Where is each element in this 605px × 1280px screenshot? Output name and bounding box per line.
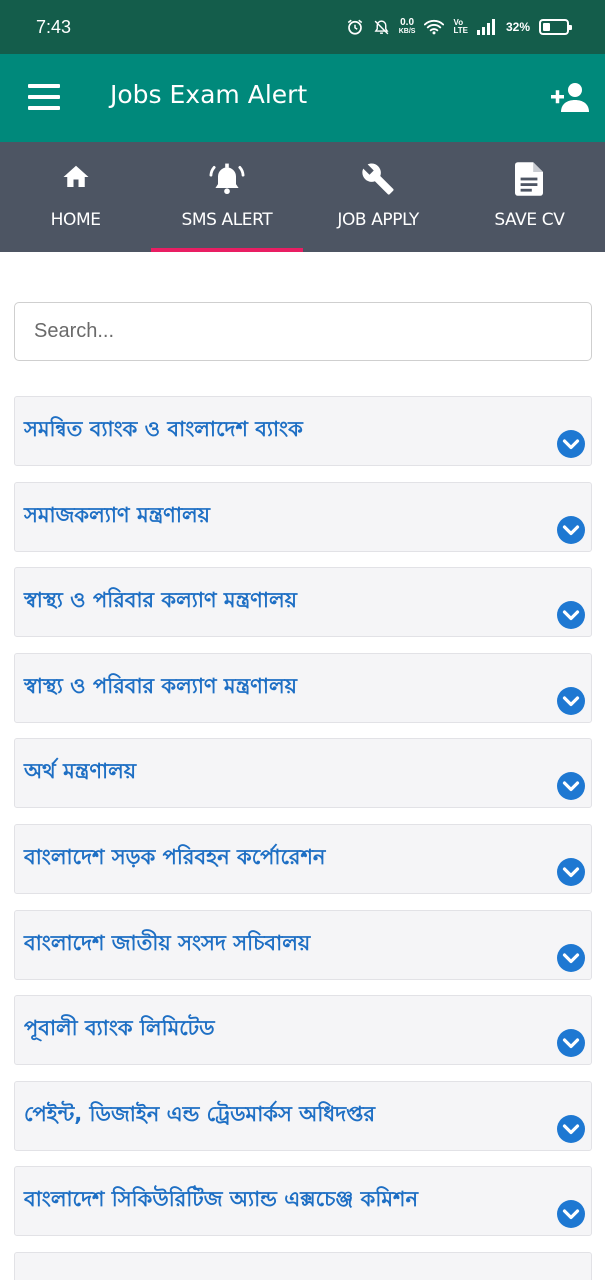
- tab-home-label: HOME: [50, 210, 101, 230]
- network-speed-value: 0.0: [400, 17, 415, 28]
- list-item-label: বাংলাদেশ সড়ক পরিবহন কর্পোরেশন: [24, 844, 326, 869]
- menu-icon[interactable]: [28, 84, 60, 110]
- network-speed: 0.0 KB/S: [399, 18, 416, 36]
- wifi-icon: [424, 20, 445, 35]
- list-item-label: স্বাস্থ্য ও পরিবার কল্যাণ মন্ত্রণালয়: [24, 673, 297, 698]
- tab-home[interactable]: HOME: [0, 142, 151, 252]
- chevron-down-icon[interactable]: [557, 1114, 585, 1143]
- network-speed-unit: KB/S: [398, 28, 416, 35]
- tab-sms-alert[interactable]: SMS ALERT: [151, 142, 303, 252]
- tab-save-cv-label: SAVE CV: [494, 210, 565, 230]
- list-item[interactable]: বাংলাদেশ সিকিউরিটিজ অ্যান্ড এক্সচেঞ্জ কম…: [14, 1166, 592, 1237]
- add-user-icon[interactable]: [551, 80, 589, 114]
- chevron-down-icon[interactable]: [557, 601, 585, 630]
- list-item-label: অর্থ মন্ত্রণালয়: [24, 759, 137, 784]
- list-item[interactable]: সমন্বিত ব্যাংক ও বাংলাদেশ ব্যাংক: [14, 396, 592, 466]
- list-item-label: সমাজকল্যাণ মন্ত্রণালয়: [24, 502, 210, 527]
- list-item-label: বাংলাদেশ সিকিউরিটিজ অ্যান্ড এক্সচেঞ্জ কম…: [24, 1187, 419, 1212]
- list-item-label: সমন্বিত ব্যাংক ও বাংলাদেশ ব্যাংক: [24, 417, 303, 441]
- list-item[interactable]: অর্থ মন্ত্রণালয়: [14, 738, 592, 809]
- list-item-label: বাংলাদেশ জাতীয় সংসদ সচিবালয়: [24, 930, 311, 955]
- signal-icon: [476, 19, 495, 35]
- status-bar: 7:43 0.0 KB/S Vo LTE 32%: [0, 0, 605, 54]
- list-item-label: পূবালী ব্যাংক লিমিটেড: [24, 1016, 215, 1041]
- chevron-down-icon[interactable]: [557, 857, 585, 886]
- app-title: Jobs Exam Alert: [110, 80, 308, 109]
- tab-save-cv[interactable]: SAVE CV: [454, 142, 605, 252]
- chevron-down-icon[interactable]: [557, 772, 585, 801]
- chevron-down-icon[interactable]: [557, 430, 585, 458]
- tab-sms-alert-label: SMS ALERT: [181, 210, 273, 230]
- chevron-down-icon[interactable]: [557, 1200, 585, 1229]
- list-item-label: স্বাস্থ্য ও পরিবার কল্যাণ মন্ত্রণালয়: [24, 588, 297, 613]
- volte-bottom: LTE: [453, 26, 468, 35]
- list-item-label: পেইন্ট, ডিজাইন এন্ড ট্রেডমার্কস অধিদপ্তর: [24, 1101, 375, 1126]
- battery-icon: [539, 19, 572, 35]
- chevron-down-icon[interactable]: [557, 943, 585, 972]
- list-item[interactable]: বাংলাদেশ জাতীয় সংসদ সচিবালয়: [14, 909, 592, 980]
- status-time: 7:43: [36, 16, 72, 37]
- list-item-partial[interactable]: [14, 1251, 592, 1280]
- search-input[interactable]: [14, 302, 592, 361]
- tab-job-apply[interactable]: JOB APPLY: [303, 142, 454, 252]
- list-item[interactable]: স্বাস্থ্য ও পরিবার কল্যাণ মন্ত্রণালয়: [14, 652, 592, 723]
- tab-job-apply-label: JOB APPLY: [337, 210, 419, 230]
- chevron-down-icon[interactable]: [557, 686, 585, 715]
- battery-percent: 32%: [505, 20, 530, 34]
- list-item[interactable]: স্বাস্থ্য ও পরিবার কল্যাণ মন্ত্রণালয়: [14, 567, 592, 638]
- tab-bar: HOME SMS ALERT JOB APPLY SAVE CV: [0, 142, 605, 252]
- document-icon: [515, 162, 544, 196]
- organization-list: সমন্বিত ব্যাংক ও বাংলাদেশ ব্যাংক সমাজকল্…: [14, 396, 592, 1280]
- volte-indicator: Vo LTE: [453, 19, 468, 35]
- list-item[interactable]: বাংলাদেশ সড়ক পরিবহন কর্পোরেশন: [14, 823, 592, 894]
- alarm-clock-icon: [347, 19, 362, 35]
- app-bar: Jobs Exam Alert: [0, 54, 605, 142]
- list-item[interactable]: সমাজকল্যাণ মন্ত্রণালয়: [14, 481, 592, 552]
- chevron-down-icon[interactable]: [557, 515, 585, 544]
- silent-bell-icon: [374, 19, 389, 34]
- status-icons: 0.0 KB/S Vo LTE 32%: [346, 18, 572, 36]
- wrench-icon: [362, 163, 394, 195]
- home-icon: [63, 165, 89, 187]
- chevron-down-icon[interactable]: [557, 1029, 585, 1058]
- list-item[interactable]: পেইন্ট, ডিজাইন এন্ড ট্রেডমার্কস অধিদপ্তর: [14, 1080, 592, 1151]
- list-item[interactable]: পূবালী ব্যাংক লিমিটেড: [14, 995, 592, 1066]
- battery-fill: [543, 23, 551, 31]
- active-tab-indicator: [151, 248, 303, 252]
- alarm-bell-icon: [209, 163, 245, 195]
